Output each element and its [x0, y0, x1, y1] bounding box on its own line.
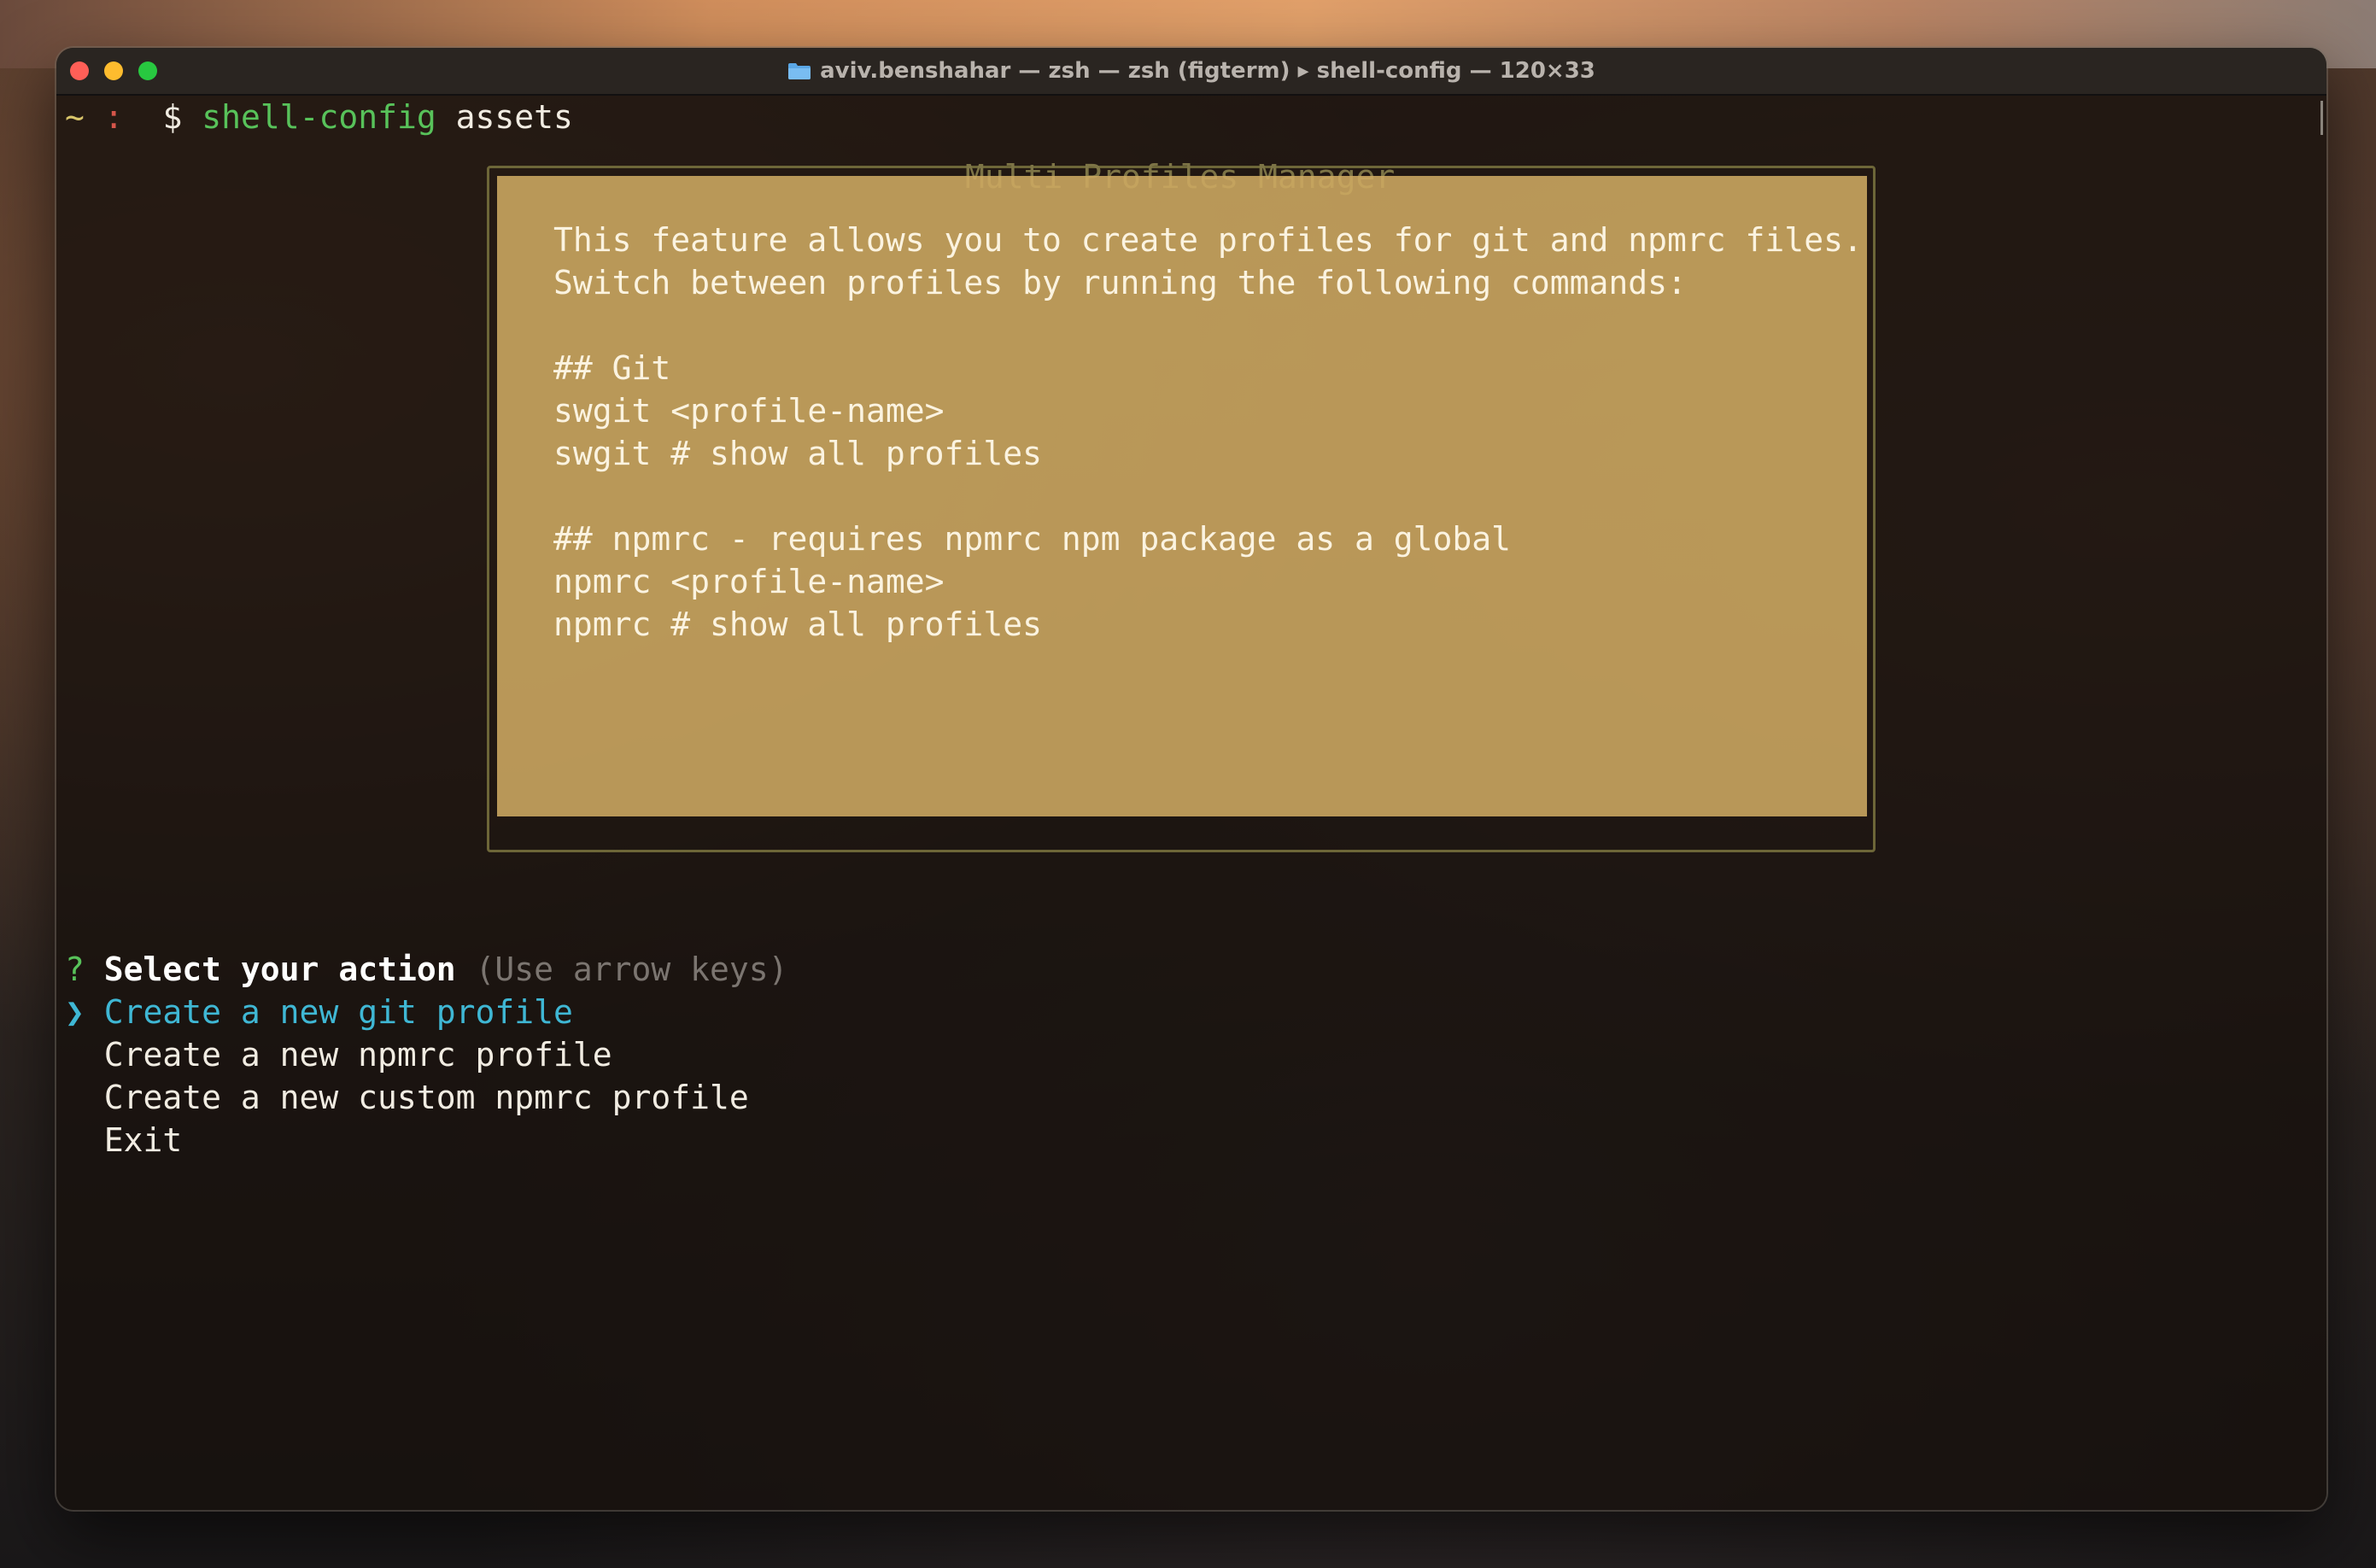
- menu-hint: (Use arrow keys): [475, 951, 788, 988]
- title-bar[interactable]: aviv.benshahar — zsh — zsh (figterm) ▸ s…: [56, 48, 2326, 96]
- info-line: swgit <profile-name>: [553, 392, 945, 430]
- window-title-wrap: aviv.benshahar — zsh — zsh (figterm) ▸ s…: [56, 48, 2326, 94]
- info-panel: This feature allows you to create profil…: [497, 176, 1867, 816]
- menu-question-line: ? Select your action (Use arrow keys): [65, 948, 788, 991]
- prompt-dollar: $: [162, 98, 183, 136]
- info-line: Switch between profiles by running the f…: [553, 264, 1687, 301]
- menu-option[interactable]: Create a new custom npmrc profile: [65, 1076, 749, 1119]
- info-line: npmrc # show all profiles: [553, 606, 1042, 643]
- command-name: shell-config: [202, 98, 436, 136]
- info-line: swgit # show all profiles: [553, 435, 1042, 472]
- info-line: ## Git: [553, 349, 671, 387]
- window-title: aviv.benshahar — zsh — zsh (figterm) ▸ s…: [820, 58, 1595, 84]
- terminal-content[interactable]: ~ : $ shell-config assets Multi Profiles…: [56, 94, 2326, 1510]
- folder-icon: [787, 61, 811, 80]
- menu-question: Select your action: [103, 951, 456, 988]
- question-mark: ?: [65, 951, 85, 988]
- menu-option-label[interactable]: Create a new npmrc profile: [104, 1036, 612, 1074]
- prompt-line: ~ : $ shell-config assets: [65, 96, 573, 138]
- command-argument: assets: [455, 98, 573, 136]
- scroll-indicator: [2320, 101, 2323, 135]
- menu-option-label[interactable]: Exit: [104, 1121, 183, 1159]
- menu-option[interactable]: Create a new npmrc profile: [65, 1033, 612, 1076]
- terminal-window[interactable]: aviv.benshahar — zsh — zsh (figterm) ▸ s…: [56, 48, 2326, 1510]
- info-line: This feature allows you to create profil…: [553, 221, 1863, 259]
- menu-option-label[interactable]: Create a new git profile: [104, 993, 573, 1031]
- prompt-colon: :: [103, 98, 124, 136]
- menu-option-selected[interactable]: ❯ Create a new git profile: [65, 991, 573, 1033]
- selection-pointer-icon: ❯: [65, 993, 85, 1031]
- info-line: ## npmrc - requires npmrc npm package as…: [553, 520, 1512, 558]
- menu-option[interactable]: Exit: [65, 1119, 183, 1161]
- prompt-tilde: ~: [65, 98, 85, 136]
- menu-option-label[interactable]: Create a new custom npmrc profile: [104, 1079, 749, 1116]
- info-line: npmrc <profile-name>: [553, 563, 945, 600]
